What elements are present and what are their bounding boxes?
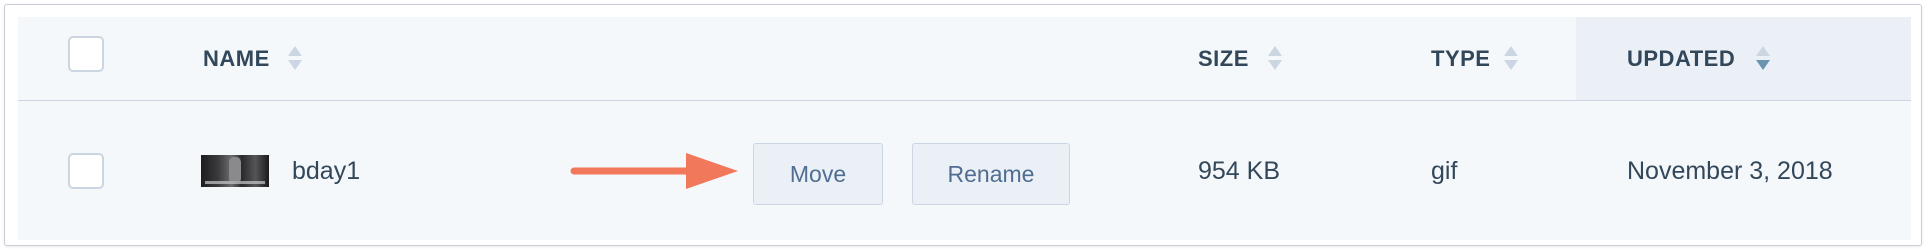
sort-arrows-icon[interactable] <box>1504 44 1518 74</box>
sort-arrows-icon[interactable] <box>1268 44 1282 74</box>
sort-arrows-icon[interactable] <box>1756 44 1770 74</box>
arrow-right-icon <box>570 153 738 189</box>
column-header-name[interactable]: NAME <box>203 46 270 72</box>
rename-button[interactable]: Rename <box>912 143 1070 205</box>
files-table-frame: NAME SIZE TYPE UPDATED bday1 Move Rename… <box>4 4 1922 246</box>
file-updated-date: November 3, 2018 <box>1627 157 1833 185</box>
column-header-type[interactable]: TYPE <box>1431 46 1490 72</box>
row-select-checkbox[interactable] <box>68 153 104 189</box>
file-size: 954 KB <box>1198 157 1281 185</box>
files-table: NAME SIZE TYPE UPDATED bday1 Move Rename… <box>18 17 1911 240</box>
file-name[interactable]: bday1 <box>292 156 360 186</box>
move-button[interactable]: Move <box>753 143 883 205</box>
select-all-checkbox[interactable] <box>68 36 104 72</box>
sort-arrows-icon[interactable] <box>288 44 302 74</box>
file-type: gif <box>1431 157 1458 185</box>
column-header-size[interactable]: SIZE <box>1198 46 1249 72</box>
column-header-updated[interactable]: UPDATED <box>1627 46 1735 72</box>
table-header: NAME SIZE TYPE UPDATED <box>18 17 1911 101</box>
table-row[interactable]: bday1 Move Rename 954 KB gif November 3,… <box>18 101 1911 240</box>
file-thumbnail <box>201 155 269 187</box>
